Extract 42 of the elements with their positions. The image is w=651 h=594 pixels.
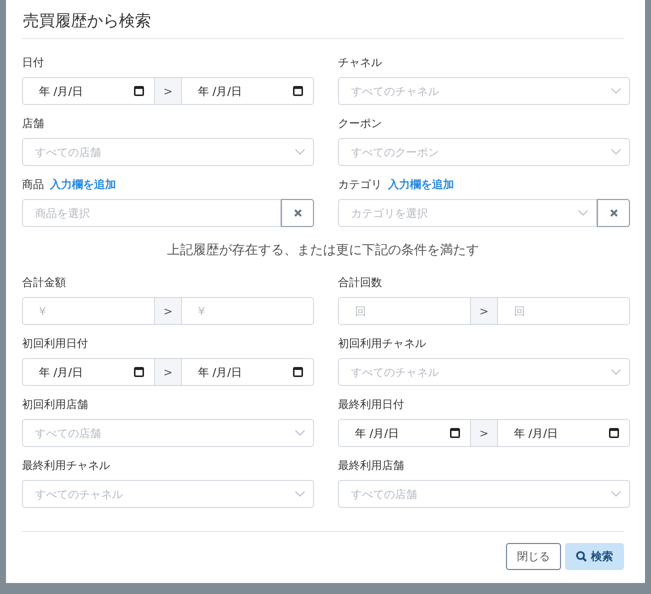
field-label: カテゴリ (338, 177, 382, 192)
field-label: 最終利用日付 (338, 397, 404, 412)
field-label: チャネル (338, 55, 382, 70)
select-field[interactable]: カテゴリを選択 (338, 199, 597, 227)
close-icon (294, 209, 302, 217)
field-label: クーポン (338, 116, 382, 131)
add-field-link[interactable]: 入力欄を追加 (388, 177, 454, 192)
search-icon (576, 551, 587, 562)
field-label: 合計回数 (338, 275, 382, 290)
field-label: 初回利用日付 (22, 336, 88, 351)
field-label: 初回利用店舗 (22, 397, 88, 412)
chevron-down-icon (611, 491, 621, 497)
chevron-down-icon (611, 149, 621, 155)
select-field[interactable]: すべての店舗 (338, 480, 630, 508)
chevron-down-icon (578, 210, 588, 216)
select-field[interactable]: すべてのチャネル (338, 358, 630, 386)
chevron-down-icon (295, 491, 305, 497)
add-field-link[interactable]: 入力欄を追加 (50, 177, 116, 192)
field-label: 店舗 (22, 116, 44, 131)
close-button[interactable]: 閉じる (506, 543, 561, 570)
clear-button[interactable] (281, 199, 314, 227)
select-field[interactable]: すべてのチャネル (338, 77, 630, 105)
field-label: 商品 (22, 177, 44, 192)
dialog-title: 売買履歴から検索 (22, 10, 152, 32)
select-field[interactable]: すべての店舗 (22, 419, 314, 447)
search-button[interactable]: 検索 (565, 543, 624, 570)
close-icon (610, 209, 618, 217)
clear-button[interactable] (597, 199, 630, 227)
chevron-down-icon (611, 88, 621, 94)
field-label: 最終利用店舗 (338, 458, 404, 473)
condition-note: 上記履歴が存在する、または更に下記の条件を満たす (166, 242, 480, 259)
select-field[interactable]: すべての店舗 (22, 138, 314, 166)
chevron-down-icon (295, 430, 305, 436)
chevron-down-icon (295, 149, 305, 155)
field-label: 日付 (22, 55, 44, 70)
field-label: 最終利用チャネル (22, 458, 110, 473)
field-label: 合計金額 (22, 275, 66, 290)
select-field[interactable]: すべてのチャネル (22, 480, 314, 508)
field-label: 初回利用チャネル (338, 336, 426, 351)
input-field[interactable]: 商品を選択 (22, 199, 281, 227)
select-field[interactable]: すべてのクーポン (338, 138, 630, 166)
chevron-down-icon (611, 369, 621, 375)
